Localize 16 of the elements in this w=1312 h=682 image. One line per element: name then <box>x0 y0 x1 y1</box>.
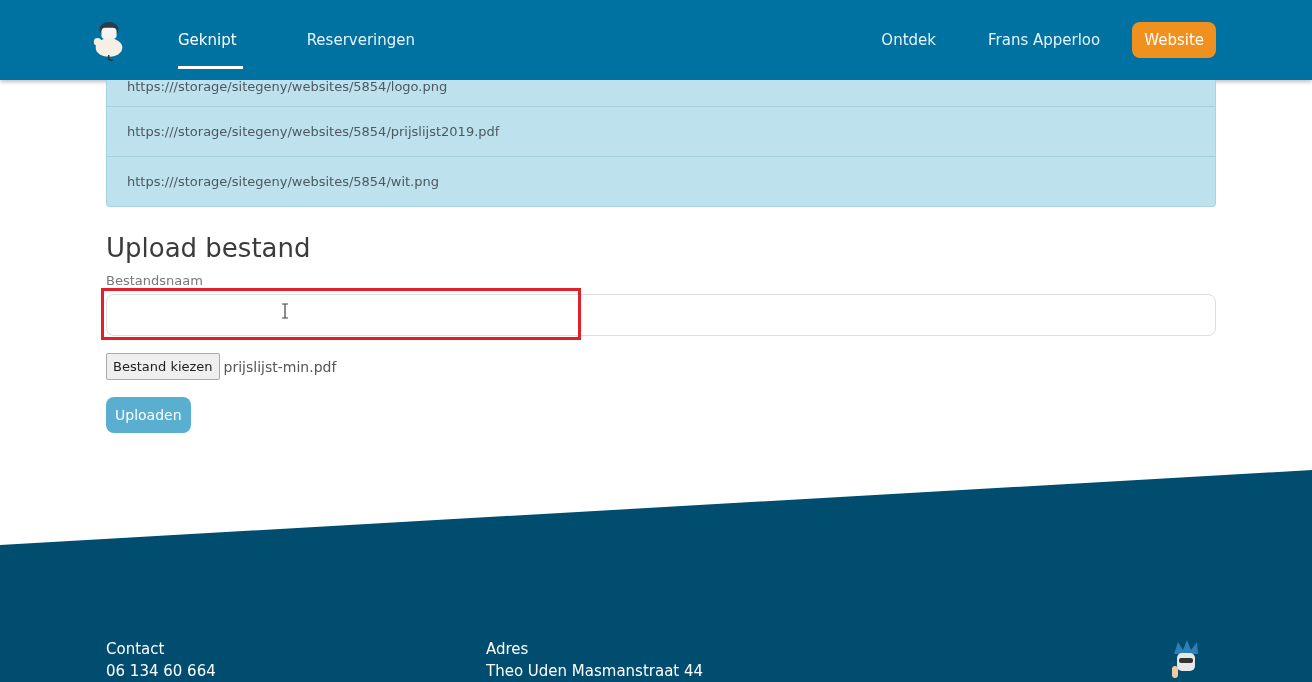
file-url[interactable]: https:///storage/sitegeny/websites/5854/wit.png <box>127 174 439 189</box>
field-label: Bestandsnaam <box>106 273 204 288</box>
nav-tab[interactable]: Reserveringen <box>292 0 436 80</box>
section-title: Upload bestand <box>106 233 312 263</box>
footer-text: 06 134 60 664 <box>106 662 217 680</box>
footer-heading: Adres <box>486 640 530 658</box>
chosen-file-name: prijslijst-min.pdf <box>223 358 337 375</box>
nav-link[interactable]: Ontdek <box>855 0 962 80</box>
nav-link[interactable]: Frans Apperloo <box>962 0 1127 80</box>
file-url[interactable]: https:///storage/sitegeny/websites/5854/prijslijst2019.pdf <box>127 124 500 139</box>
footer-heading: Contact <box>106 640 166 658</box>
choose-file-button[interactable]: Bestand kiezen <box>106 353 220 380</box>
file-url[interactable]: https:///storage/sitegeny/websites/5854/logo.png <box>127 80 448 93</box>
filename-input-field[interactable] <box>106 294 1216 336</box>
footer-text: Theo Uden Masmanstraat 44 <box>486 662 705 680</box>
text-cursor-icon <box>281 303 289 319</box>
